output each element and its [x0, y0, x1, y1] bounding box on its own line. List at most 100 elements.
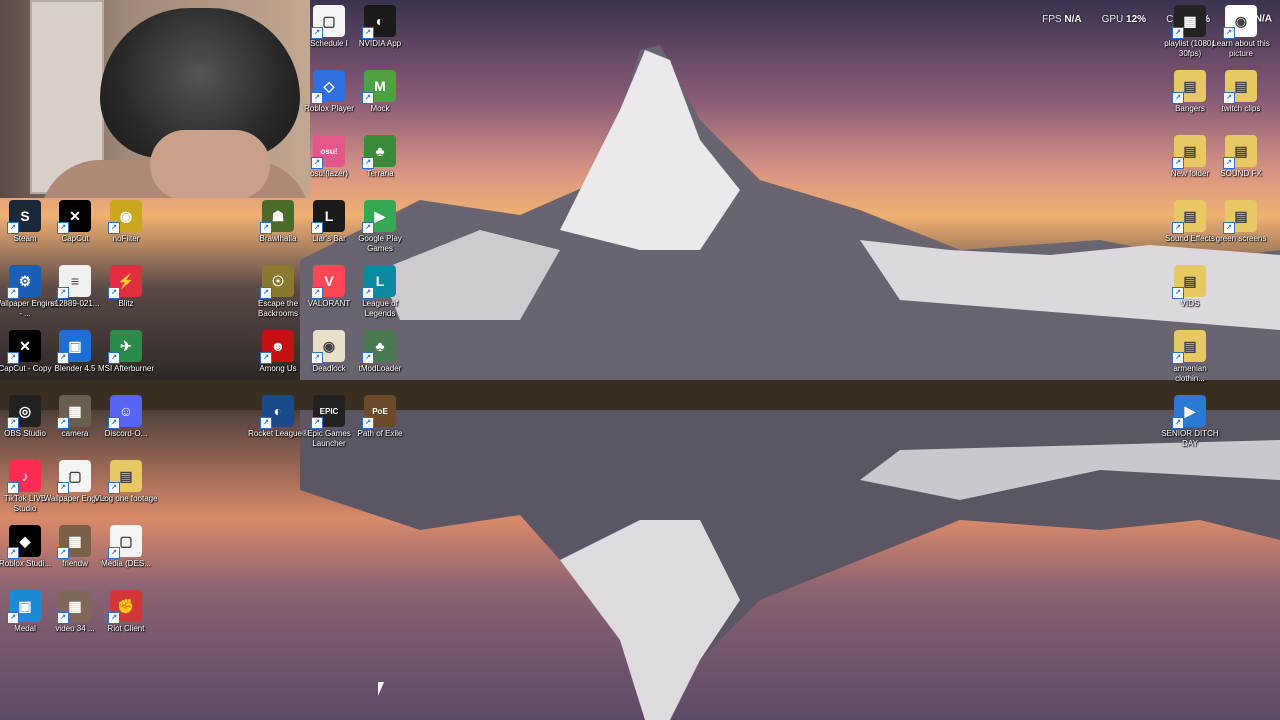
shortcut-arrow-icon: ↗ [7, 547, 19, 559]
desktop-icon-label: VIDS [1180, 299, 1200, 308]
shortcut-arrow-icon: ↗ [108, 547, 120, 559]
gpu-stat: GPU 12% [1102, 14, 1146, 25]
shortcut-arrow-icon: ↗ [1172, 27, 1184, 39]
shortcut-arrow-icon: ↗ [7, 352, 19, 364]
shortcut-arrow-icon: ↗ [1172, 157, 1184, 169]
valorant-icon: V ↗ [311, 265, 345, 299]
desktop-icon-label: green screens [1215, 234, 1267, 243]
path-of-exile-icon: PoE ↗ [362, 395, 396, 429]
desktop-icon-label: Riot Client [107, 624, 145, 633]
blender-4-5-icon: ▣ ↗ [57, 330, 91, 364]
sound-fx-icon: ▤ ↗ [1223, 135, 1257, 169]
shortcut-arrow-icon: ↗ [1223, 92, 1235, 104]
google-play-games-icon: ▶ ↗ [362, 200, 396, 234]
osu-lazer-icon: osu! ↗ [311, 135, 345, 169]
media-des-icon: ▢ ↗ [108, 525, 142, 559]
desktop-icon-label: twitch clips [1221, 104, 1261, 113]
capcut-copy-icon: ✕ ↗ [7, 330, 41, 364]
desktop-icon-green-screens[interactable]: ▤ ↗ green screens [1211, 200, 1271, 262]
desktop-icon-media-des[interactable]: ▢ ↗ Media (DES... [96, 525, 156, 587]
schedule-i-icon: ▢ ↗ [311, 5, 345, 39]
desktop-icon-label: NVIDIA App [358, 39, 402, 48]
terraria-icon: ♣ ↗ [362, 135, 396, 169]
vids-icon: ▤ ↗ [1172, 265, 1206, 299]
desktop-icon-discord-o[interactable]: ☺ ↗ Discord-O... [96, 395, 156, 457]
desktop-icon-label: Blitz [118, 299, 134, 308]
nvidia-app-icon: ◐ ↗ [362, 5, 396, 39]
desktop-icon-nvidia-app[interactable]: ◐ ↗ NVIDIA App [350, 5, 410, 67]
shortcut-arrow-icon: ↗ [108, 287, 120, 299]
shortcut-arrow-icon: ↗ [1172, 222, 1184, 234]
desktop-icon-label: Path of Exile [357, 429, 403, 438]
desktop-icon-armenian-clothin[interactable]: ▤ ↗ armenian clothin... [1160, 330, 1220, 392]
shortcut-arrow-icon: ↗ [57, 287, 69, 299]
desktop-icon-label: MSI Afterburner [97, 364, 155, 373]
desktop-icon-path-of-exile[interactable]: PoE ↗ Path of Exile [350, 395, 410, 457]
brawlhalla-icon: ☗ ↗ [260, 200, 294, 234]
video-34-icon: ▦ ↗ [57, 590, 91, 624]
s12889-021-icon: ≡ ↗ [57, 265, 91, 299]
shortcut-arrow-icon: ↗ [57, 222, 69, 234]
shortcut-arrow-icon: ↗ [260, 222, 272, 234]
shortcut-arrow-icon: ↗ [362, 157, 374, 169]
desktop-icon-league-of-legends[interactable]: L ↗ League of Legends [350, 265, 410, 327]
escape-the-backrooms-icon: ☉ ↗ [260, 265, 294, 299]
sound-effects-icon: ▤ ↗ [1172, 200, 1206, 234]
desktop-icon-vlog-one-footage[interactable]: ▤ ↗ VLog one footage [94, 460, 158, 522]
new-folder-icon: ▤ ↗ [1172, 135, 1206, 169]
desktop-icon-nofilter[interactable]: ◉ ↗ noFilter [96, 200, 156, 262]
shortcut-arrow-icon: ↗ [362, 417, 374, 429]
obs-studio-icon: ◎ ↗ [7, 395, 41, 429]
shortcut-arrow-icon: ↗ [57, 547, 69, 559]
shortcut-arrow-icon: ↗ [1172, 92, 1184, 104]
senior-ditch-day-icon: ▶ ↗ [1172, 395, 1206, 429]
desktop-icon-label: Media (DES... [101, 559, 151, 568]
desktop-icon-label: Google Play Games [358, 234, 402, 253]
rocket-league-icon: ◐ ↗ [260, 395, 294, 429]
gpu-label: GPU [1101, 13, 1124, 25]
desktop-icon-terraria[interactable]: ♣ ↗ Terraria [350, 135, 410, 197]
desktop-icon-senior-ditch-day[interactable]: ▶ ↗ SENIOR DITCH DAY [1160, 395, 1220, 457]
among-us-icon: ☻ ↗ [260, 330, 294, 364]
desktop-icon-riot-client[interactable]: ✊ ↗ Riot Client [96, 590, 156, 652]
desktop-icon-label: VLog one footage [94, 494, 158, 503]
nofilter-icon: ◉ ↗ [108, 200, 142, 234]
desktop-icon-msi-afterburner[interactable]: ✈ ↗ MSI Afterburner [96, 330, 156, 392]
desktop-icon-mock[interactable]: M ↗ Mock [350, 70, 410, 132]
steam-icon: S ↗ [7, 200, 41, 234]
tiktok-live-studio-icon: ♪ ↗ [7, 460, 41, 494]
mouse-cursor-icon [378, 682, 384, 696]
shortcut-arrow-icon: ↗ [7, 287, 19, 299]
learn-about-this-picture-icon: ◉ ↗ [1223, 5, 1257, 39]
tmodloader-icon: ♣ ↗ [362, 330, 396, 364]
shortcut-arrow-icon: ↗ [57, 352, 69, 364]
desktop-icon-label: Terraria [366, 169, 394, 178]
desktop-icon-label: League of Legends [362, 299, 398, 318]
fps-value: N/A [1064, 13, 1082, 25]
roblox-player-icon: ◇ ↗ [311, 70, 345, 104]
friendw-icon: ▦ ↗ [57, 525, 91, 559]
twitch-clips-icon: ▤ ↗ [1223, 70, 1257, 104]
desktop-icon-tmodloader[interactable]: ♣ ↗ tModLoader [350, 330, 410, 392]
desktop-icon-blitz[interactable]: ⚡ ↗ Blitz [96, 265, 156, 327]
shortcut-arrow-icon: ↗ [311, 92, 323, 104]
shortcut-arrow-icon: ↗ [108, 612, 120, 624]
desktop-icon-sound-fx[interactable]: ▤ ↗ SOUND FX [1211, 135, 1271, 197]
desktop-icon-google-play-games[interactable]: ▶ ↗ Google Play Games [350, 200, 410, 262]
desktop-icon-learn-about-this-picture[interactable]: ◉ ↗ Learn about this picture [1211, 5, 1271, 67]
desktop-icon-label: tModLoader [358, 364, 402, 373]
wallpaper-engine-icon: ▢ ↗ [57, 460, 91, 494]
desktop-icon-twitch-clips[interactable]: ▤ ↗ twitch clips [1211, 70, 1271, 132]
shortcut-arrow-icon: ↗ [7, 222, 19, 234]
shortcut-arrow-icon: ↗ [311, 222, 323, 234]
shortcut-arrow-icon: ↗ [108, 222, 120, 234]
capcut-icon: ✕ ↗ [57, 200, 91, 234]
camera-icon: ▦ ↗ [57, 395, 91, 429]
desktop-icon-vids[interactable]: ▤ ↗ VIDS [1160, 265, 1220, 327]
medal-icon: ▣ ↗ [7, 590, 41, 624]
riot-client-icon: ✊ ↗ [108, 590, 142, 624]
league-of-legends-icon: L ↗ [362, 265, 396, 299]
shortcut-arrow-icon: ↗ [311, 27, 323, 39]
shortcut-arrow-icon: ↗ [57, 417, 69, 429]
shortcut-arrow-icon: ↗ [1172, 352, 1184, 364]
